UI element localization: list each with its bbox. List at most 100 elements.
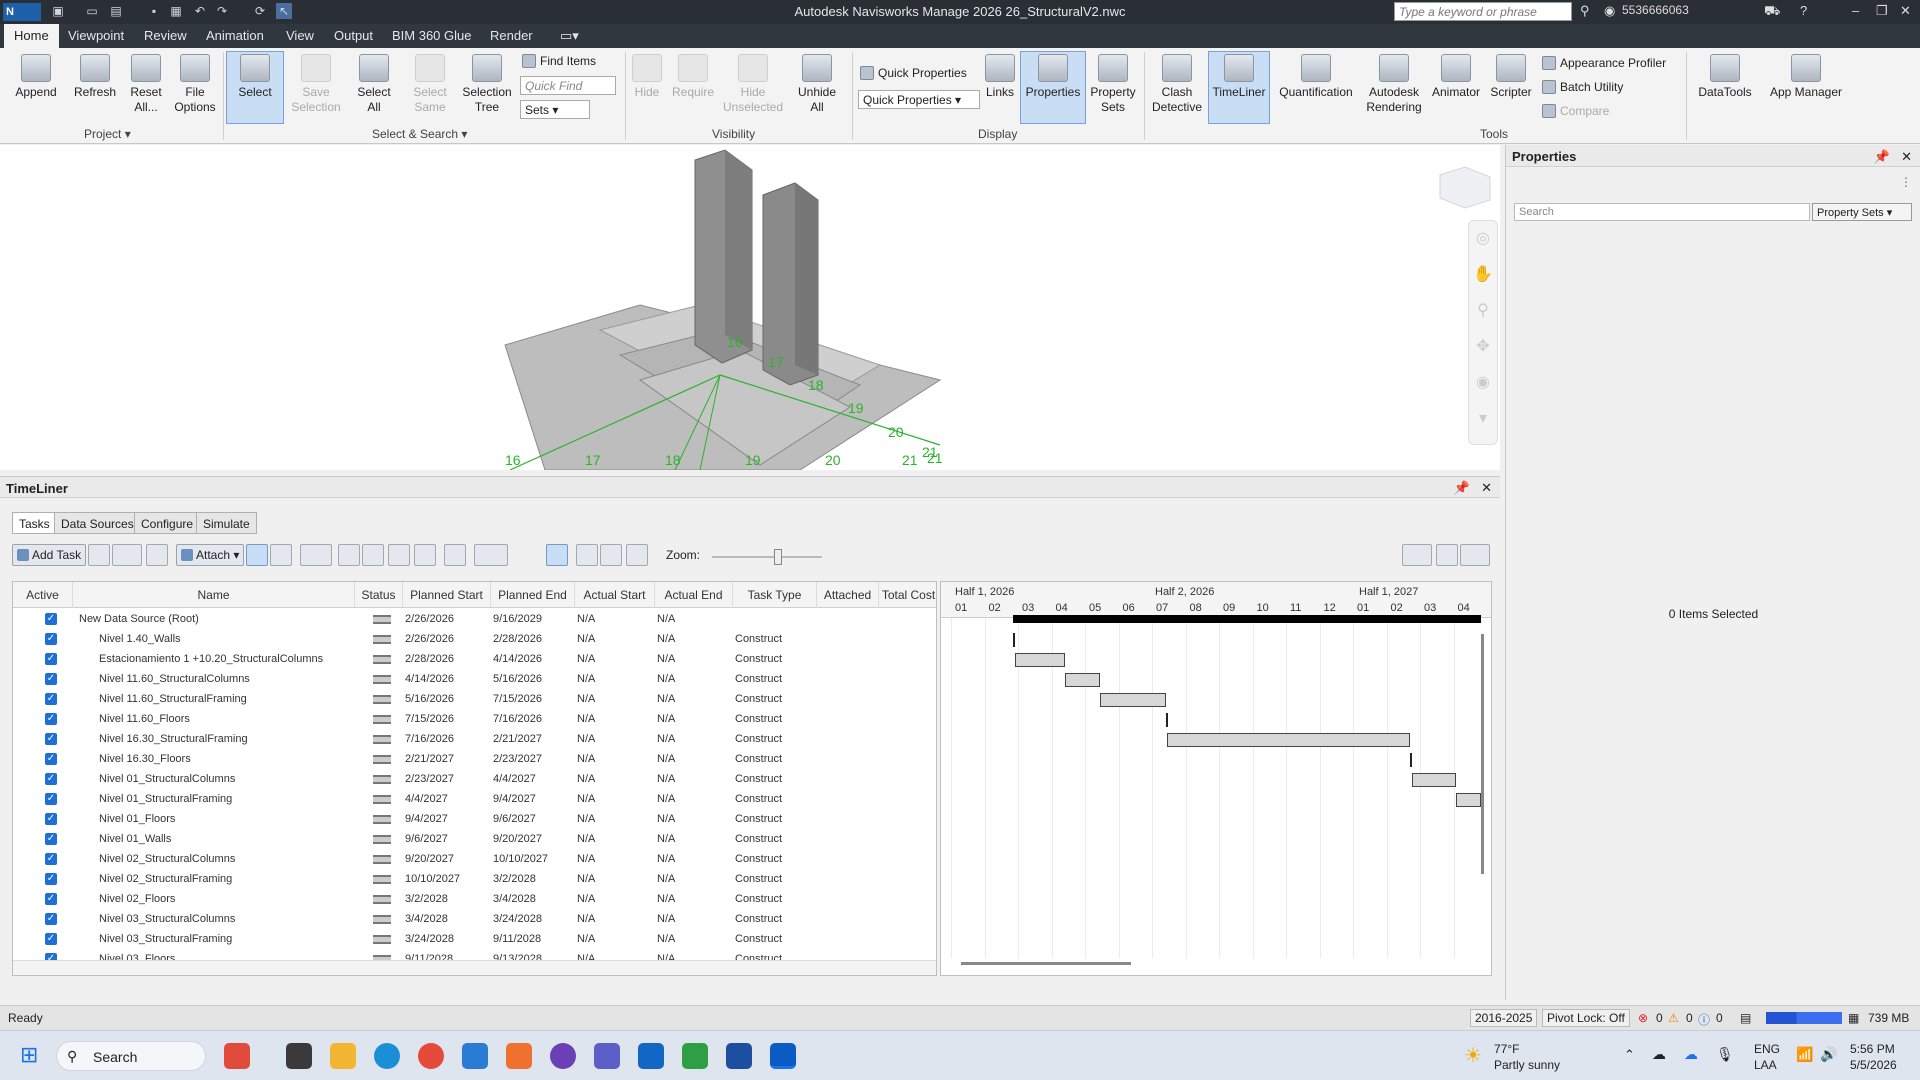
tab-render[interactable]: Render: [490, 28, 533, 43]
sets-dropdown[interactable]: Sets ▾: [520, 100, 590, 119]
quick-find-input[interactable]: Quick Find: [520, 76, 616, 95]
property-sets-dropdown[interactable]: Property Sets ▾: [1812, 203, 1912, 221]
weather-temp[interactable]: 77°F: [1494, 1042, 1519, 1056]
table-row[interactable]: ✓ Nivel 03_StructuralFraming 3/24/2028 9/11…: [13, 930, 936, 950]
edge-icon[interactable]: [374, 1043, 400, 1069]
gantt-bar[interactable]: [1412, 773, 1457, 787]
viewcube[interactable]: [1439, 166, 1491, 209]
table-row[interactable]: ✓ Nivel 01_Floors 9/4/2027 9/6/2027 N/A N/A Co…: [13, 810, 936, 830]
tray-chevron-icon[interactable]: ⌃: [1624, 1047, 1635, 1063]
pin-icon[interactable]: 📌: [1874, 149, 1890, 165]
gantt-bar[interactable]: [1409, 753, 1412, 767]
active-checkbox[interactable]: ✓: [45, 793, 57, 805]
timeliner-button[interactable]: TimeLiner: [1208, 51, 1270, 124]
tab-output[interactable]: Output: [334, 28, 373, 43]
move-down-icon[interactable]: [414, 544, 436, 566]
col-actual-end[interactable]: Actual End: [655, 582, 733, 608]
gantt-bar[interactable]: [1014, 653, 1065, 667]
active-checkbox[interactable]: ✓: [45, 893, 57, 905]
rules-icon[interactable]: [270, 544, 292, 566]
zoom-icon[interactable]: ⚲: [1469, 293, 1497, 329]
batch-utility-button[interactable]: Batch Utility: [1542, 80, 1623, 94]
export-dropdown-icon[interactable]: [1460, 544, 1490, 566]
widget-app-icon[interactable]: [224, 1043, 250, 1069]
active-checkbox[interactable]: ✓: [45, 833, 57, 845]
active-checkbox[interactable]: ✓: [45, 913, 57, 925]
windows-start-icon[interactable]: ⊞: [20, 1042, 38, 1068]
tab-animation[interactable]: Animation: [206, 28, 264, 43]
append-button[interactable]: Append: [10, 52, 62, 100]
tab-simulate[interactable]: Simulate: [196, 512, 257, 534]
properties-button[interactable]: Properties: [1020, 51, 1086, 124]
quick-properties-dropdown[interactable]: Quick Properties ▾: [858, 90, 980, 109]
col-total-cost[interactable]: Total Cost: [879, 582, 936, 608]
lang-secondary[interactable]: LAA: [1754, 1058, 1777, 1072]
quick-properties-toggle[interactable]: Quick Properties: [860, 66, 967, 80]
table-row[interactable]: ✓ Nivel 01_Walls 9/6/2027 9/20/2027 N/A N/A Co…: [13, 830, 936, 850]
tab-review[interactable]: Review: [144, 28, 187, 43]
active-checkbox[interactable]: ✓: [45, 653, 57, 665]
options-icon[interactable]: ⋮: [1900, 175, 1912, 189]
zoom-slider[interactable]: [712, 549, 822, 565]
table-row[interactable]: ✓ New Data Source (Root) 2/26/2026 9/16/202…: [13, 610, 936, 630]
obs-icon[interactable]: [550, 1043, 576, 1069]
export-icon[interactable]: [1436, 544, 1458, 566]
properties-search-input[interactable]: Search: [1514, 203, 1810, 221]
gantt-vscroll[interactable]: [1481, 634, 1484, 874]
hide-button[interactable]: Hide: [630, 52, 664, 100]
cloud-icon[interactable]: ☁: [1652, 1046, 1666, 1063]
file-options-button[interactable]: File Options: [170, 52, 220, 115]
gantt-bar[interactable]: [1064, 673, 1100, 687]
active-checkbox[interactable]: ✓: [45, 613, 57, 625]
minimize-icon[interactable]: –: [1852, 3, 1859, 18]
hide-unselected-button[interactable]: Hide Unselected: [722, 52, 784, 115]
add-task-button[interactable]: Add Task: [12, 544, 87, 566]
task-view-icon[interactable]: [286, 1043, 312, 1069]
delete-task-icon[interactable]: [146, 544, 168, 566]
weather-icon[interactable]: ☀: [1464, 1043, 1482, 1068]
mic-icon[interactable]: 🎙: [1716, 1046, 1734, 1063]
look-icon[interactable]: ◉: [1469, 365, 1497, 401]
auto-attach-icon[interactable]: [246, 544, 268, 566]
require-button[interactable]: Require: [668, 52, 718, 100]
clock-time[interactable]: 5:56 PM: [1850, 1042, 1895, 1056]
grid-scrollbar[interactable]: [13, 960, 936, 975]
panel-select-search-label[interactable]: Select & Search ▾: [372, 127, 467, 141]
clock-date[interactable]: 5/5/2026: [1850, 1058, 1897, 1072]
onedrive-icon[interactable]: ☁: [1684, 1046, 1698, 1063]
clash-detective-button[interactable]: Clash Detective: [1148, 52, 1206, 115]
comment-icon[interactable]: [444, 544, 466, 566]
find-items-button[interactable]: Find Items: [522, 54, 596, 68]
table-row[interactable]: ✓ Nivel 16.30_Floors 2/21/2027 2/23/2027 N/A…: [13, 750, 936, 770]
col-actual-start[interactable]: Actual Start: [575, 582, 655, 608]
quantification-button[interactable]: Quantification: [1272, 52, 1360, 100]
links-button[interactable]: Links: [982, 52, 1018, 100]
pivot-lock[interactable]: Pivot Lock: Off: [1542, 1009, 1630, 1027]
outdent-icon[interactable]: [362, 544, 384, 566]
zoom-slider-thumb[interactable]: [774, 549, 782, 565]
table-row[interactable]: ✓ Nivel 01_StructuralColumns 2/23/2027 4/4/…: [13, 770, 936, 790]
active-checkbox[interactable]: ✓: [45, 673, 57, 685]
unhide-all-button[interactable]: Unhide All: [792, 52, 842, 115]
filter-icon[interactable]: [1402, 544, 1432, 566]
3d-viewport[interactable]: 16 17 18 19 20 21 21 16 17 18 19 20 21: [0, 145, 1500, 470]
binoculars-icon[interactable]: ⚲: [1580, 3, 1590, 19]
gantt-bar[interactable]: [1166, 713, 1169, 727]
animator-button[interactable]: Animator: [1428, 52, 1484, 100]
navisworks-icon[interactable]: [770, 1043, 796, 1069]
refresh-button[interactable]: Refresh: [68, 52, 122, 100]
gantt-view-2-icon[interactable]: [576, 544, 598, 566]
col-status[interactable]: Status: [355, 582, 403, 608]
table-row[interactable]: ✓ Nivel 02_StructuralFraming 10/10/2027 3/2…: [13, 870, 936, 890]
timeliner-close-icon[interactable]: ✕: [1481, 480, 1492, 496]
tab-viewpoint[interactable]: Viewpoint: [68, 28, 124, 43]
active-checkbox[interactable]: ✓: [45, 853, 57, 865]
active-checkbox[interactable]: ✓: [45, 633, 57, 645]
gantt-bar[interactable]: [1167, 733, 1410, 747]
col-planned-end[interactable]: Planned End: [491, 582, 575, 608]
table-row[interactable]: ✓ Nivel 11.60_StructuralColumns 4/14/2026 5…: [13, 670, 936, 690]
active-checkbox[interactable]: ✓: [45, 773, 57, 785]
lang-primary[interactable]: ENG: [1754, 1042, 1780, 1056]
table-row[interactable]: ✓ Nivel 02_Floors 3/2/2028 3/4/2028 N/A N/A Co…: [13, 890, 936, 910]
year-range[interactable]: 2016-2025: [1470, 1009, 1538, 1027]
